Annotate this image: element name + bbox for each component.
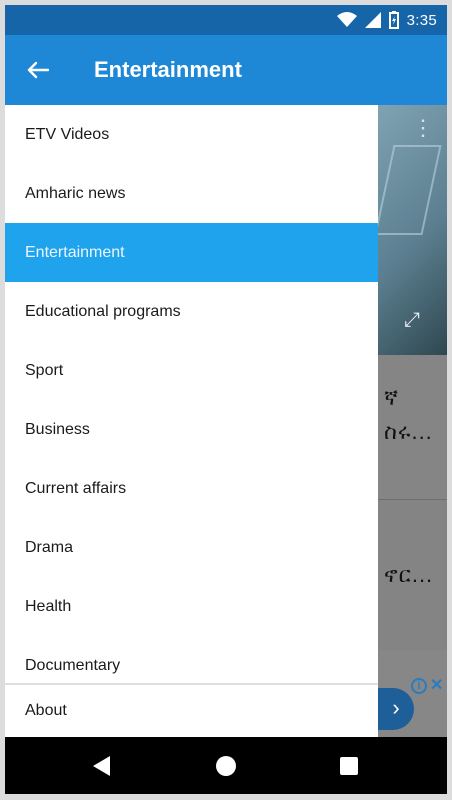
device-frame: 3:35 Entertainment ⋮ ⤢ ኛ ስሩ... ኖር... i ✕…: [5, 5, 447, 794]
drawer-item-label: Sport: [25, 361, 64, 379]
chevron-right-icon: ›: [378, 688, 414, 730]
card-text-line1: ኖር...: [384, 562, 434, 587]
content-card: ኛ ስሩ...: [378, 355, 447, 500]
drawer-item-educational-programs[interactable]: Educational programs: [5, 282, 378, 341]
drawer-item-label: Educational programs: [25, 302, 181, 320]
status-bar: 3:35: [5, 5, 447, 35]
drawer-item-label: Drama: [25, 538, 74, 556]
drawer-item-entertainment[interactable]: Entertainment: [5, 223, 378, 282]
battery-icon: [388, 11, 399, 29]
signal-icon: [364, 12, 381, 28]
back-triangle-icon: [93, 755, 110, 776]
status-time: 3:35: [406, 11, 437, 29]
background-content: ⋮ ⤢ ኛ ስሩ... ኖር... i ✕ ›: [378, 105, 447, 737]
more-vert-icon: ⋮: [412, 115, 434, 140]
system-nav-bar: [5, 737, 447, 794]
drawer-menu: ETV Videos Amharic news Entertainment Educa…: [5, 105, 378, 695]
recents-square-icon: [340, 756, 358, 775]
fullscreen-icon: ⤢: [404, 309, 420, 331]
page-title: Entertainment: [94, 57, 242, 82]
info-icon: i: [411, 678, 427, 694]
wifi-icon: [336, 12, 357, 27]
home-circle-icon: [216, 755, 236, 776]
drawer-item-amharic-news[interactable]: Amharic news: [5, 164, 378, 223]
arrow-left-icon: [27, 61, 49, 79]
drawer-item-sport[interactable]: Sport: [5, 341, 378, 400]
status-icons: 3:35: [336, 11, 437, 29]
drawer-item-current-affairs[interactable]: Current affairs: [5, 459, 378, 518]
back-button[interactable]: [23, 55, 53, 85]
ad-banner: i ✕ ›: [378, 650, 447, 737]
drawer-item-business[interactable]: Business: [5, 400, 378, 459]
close-icon: ✕: [430, 677, 444, 694]
drawer-item-drama[interactable]: Drama: [5, 518, 378, 577]
drawer-item-label: Business: [25, 420, 90, 438]
nav-home-button[interactable]: [196, 737, 256, 794]
card-text-line2: ስሩ...: [384, 419, 433, 444]
nav-back-button[interactable]: [72, 737, 132, 794]
drawer-item-about[interactable]: About: [5, 683, 378, 737]
card-text-line1: ኛ: [384, 385, 399, 410]
video-thumbnail: ⋮ ⤢: [378, 105, 447, 355]
drawer-item-label: Current affairs: [25, 479, 127, 497]
content-card: ኖር...: [378, 500, 447, 650]
drawer-item-health[interactable]: Health: [5, 577, 378, 636]
drawer-item-label: About: [25, 702, 67, 719]
drawer-item-label: ETV Videos: [25, 125, 110, 143]
drawer-item-label: Entertainment: [25, 243, 125, 261]
thumbnail-graphic: [378, 145, 442, 235]
app-bar: Entertainment: [5, 35, 447, 105]
drawer-item-label: Health: [25, 597, 72, 615]
drawer-item-etv-videos[interactable]: ETV Videos: [5, 105, 378, 164]
drawer-item-label: Documentary: [25, 656, 121, 674]
drawer-item-label: Amharic news: [25, 184, 126, 202]
nav-recents-button[interactable]: [319, 737, 379, 794]
navigation-drawer: ETV Videos Amharic news Entertainment Educa…: [5, 105, 378, 737]
